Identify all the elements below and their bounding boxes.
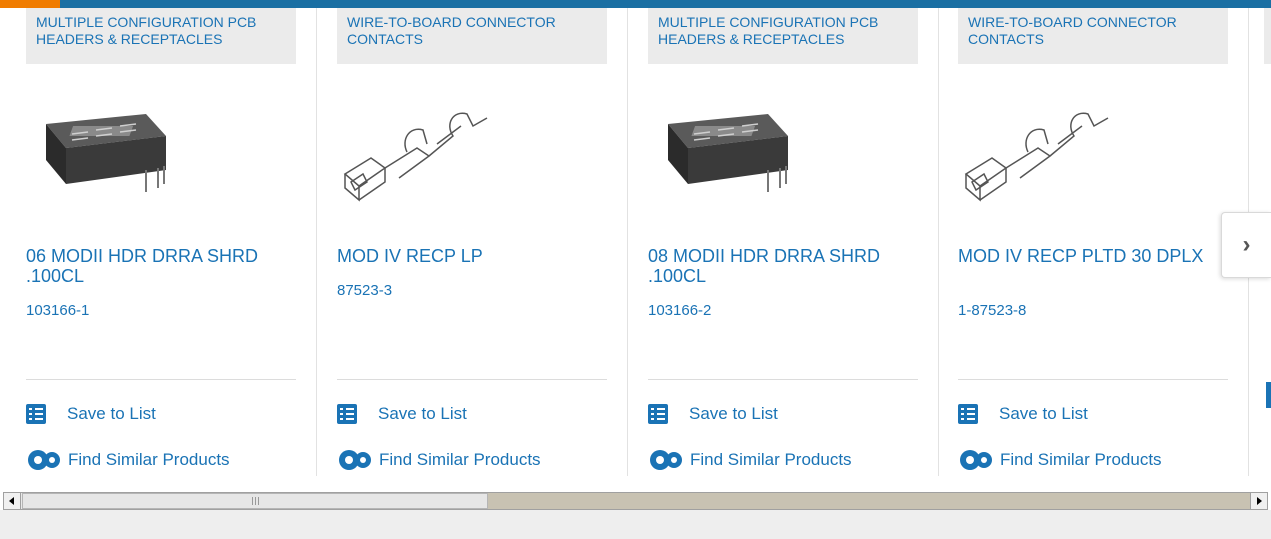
- checklist-icon: [648, 404, 668, 424]
- scroll-left-arrow-icon[interactable]: [4, 493, 21, 509]
- card-divider-line: [26, 379, 296, 380]
- gears-icon: [339, 450, 371, 470]
- gears-icon: [28, 450, 60, 470]
- find-similar-label: Find Similar Products: [1000, 450, 1162, 469]
- save-to-list-button[interactable]: Save to List: [26, 402, 156, 426]
- gears-icon: [650, 450, 682, 470]
- save-to-list-label: Save to List: [999, 404, 1088, 423]
- save-to-list-button[interactable]: Save to List: [648, 402, 778, 426]
- card-divider-line: [958, 379, 1228, 380]
- next-card-checklist-edge: [1266, 382, 1271, 408]
- category-label[interactable]: WIRE-TO-BOARD CONNECTOR CONTACTS: [958, 8, 1228, 64]
- checklist-icon: [958, 404, 978, 424]
- card-divider-line: [337, 379, 607, 380]
- product-card: WIRE-TO-BOARD CONNECTOR CONTACTS MOD IV …: [932, 8, 1242, 484]
- top-accent-highlight: [0, 0, 60, 8]
- product-card: WIRE-TO-BOARD CONNECTOR CONTACTS MOD IV …: [311, 8, 621, 484]
- product-name[interactable]: 06 MODII HDR DRRA SHRD .100CL: [26, 246, 286, 286]
- checklist-icon: [337, 404, 357, 424]
- part-number[interactable]: 87523-3: [337, 282, 392, 299]
- product-name[interactable]: 08 MODII HDR DRRA SHRD .100CL: [648, 246, 908, 286]
- crimp-contact-image[interactable]: [337, 96, 497, 206]
- save-to-list-label: Save to List: [67, 404, 156, 423]
- find-similar-label: Find Similar Products: [379, 450, 541, 469]
- find-similar-button[interactable]: Find Similar Products: [958, 448, 1162, 472]
- find-similar-label: Find Similar Products: [690, 450, 852, 469]
- save-to-list-label: Save to List: [689, 404, 778, 423]
- category-label[interactable]: MULTIPLE CONFIGURATION PCB HEADERS & REC…: [26, 8, 296, 64]
- product-card: MULTIPLE CONFIGURATION PCB HEADERS & REC…: [622, 8, 932, 484]
- scrollbar-track[interactable]: [488, 493, 1251, 509]
- scroll-right-arrow-icon[interactable]: [1250, 493, 1267, 509]
- product-card: MULTIPLE CONFIGURATION PCB HEADERS & REC…: [0, 8, 310, 484]
- card-divider-line: [648, 379, 918, 380]
- gears-icon: [960, 450, 992, 470]
- category-label[interactable]: MULTIPLE CONFIGURATION PCB HEADERS & REC…: [648, 8, 918, 64]
- next-card-category-edge: [1264, 8, 1271, 64]
- save-to-list-button[interactable]: Save to List: [958, 402, 1088, 426]
- find-similar-button[interactable]: Find Similar Products: [26, 448, 230, 472]
- horizontal-scrollbar[interactable]: [3, 492, 1268, 510]
- part-number[interactable]: 103166-1: [26, 302, 89, 319]
- part-number[interactable]: 1-87523-8: [958, 302, 1026, 319]
- save-to-list-button[interactable]: Save to List: [337, 402, 467, 426]
- find-similar-button[interactable]: Find Similar Products: [648, 448, 852, 472]
- top-accent-bar: [0, 0, 1271, 8]
- bottom-panel: [0, 510, 1271, 539]
- chevron-right-icon: ›: [1242, 231, 1251, 258]
- pcb-header-image[interactable]: [648, 96, 808, 206]
- category-label[interactable]: WIRE-TO-BOARD CONNECTOR CONTACTS: [337, 8, 607, 64]
- pcb-header-image[interactable]: [26, 96, 186, 206]
- product-carousel: MULTIPLE CONFIGURATION PCB HEADERS & REC…: [0, 8, 1271, 484]
- find-similar-button[interactable]: Find Similar Products: [337, 448, 541, 472]
- part-number[interactable]: 103166-2: [648, 302, 711, 319]
- find-similar-label: Find Similar Products: [68, 450, 230, 469]
- product-name[interactable]: MOD IV RECP PLTD 30 DPLX: [958, 246, 1218, 266]
- scrollbar-thumb[interactable]: [22, 493, 488, 509]
- scroll-grip-icon: [251, 497, 259, 505]
- checklist-icon: [26, 404, 46, 424]
- carousel-next-button[interactable]: ›: [1221, 212, 1271, 278]
- crimp-contact-image[interactable]: [958, 96, 1118, 206]
- product-name[interactable]: MOD IV RECP LP: [337, 246, 597, 266]
- save-to-list-label: Save to List: [378, 404, 467, 423]
